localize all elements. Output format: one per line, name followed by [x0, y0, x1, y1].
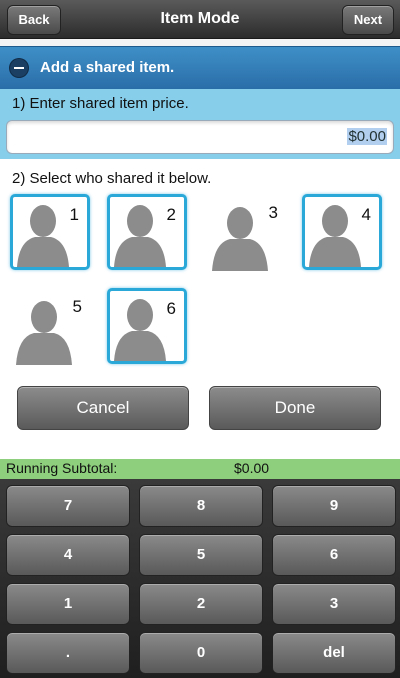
person-4-button[interactable]: 4 — [302, 194, 382, 270]
key-decimal[interactable]: . — [6, 632, 130, 674]
key-4[interactable]: 4 — [6, 534, 130, 576]
key-5[interactable]: 5 — [139, 534, 263, 576]
price-step-label: 1) Enter shared item price. — [12, 95, 189, 112]
key-9[interactable]: 9 — [272, 485, 396, 527]
person-number: 6 — [166, 299, 176, 318]
key-3[interactable]: 3 — [272, 583, 396, 625]
price-input[interactable]: $0.00 — [6, 120, 394, 154]
shared-item-section-header[interactable]: Add a shared item. — [0, 46, 400, 90]
key-delete[interactable]: del — [272, 632, 396, 674]
person-number: 2 — [166, 205, 176, 224]
page-title: Item Mode — [160, 10, 240, 27]
key-2[interactable]: 2 — [139, 583, 263, 625]
collapse-minus-icon[interactable] — [10, 59, 28, 77]
people-step-label: 2) Select who shared it below. — [12, 170, 212, 187]
running-subtotal-bar: Running Subtotal: $0.00 — [0, 459, 400, 479]
numeric-keypad: 7 8 9 4 5 6 1 2 3 . 0 del — [0, 479, 400, 678]
price-step: 1) Enter shared item price. $0.00 — [0, 89, 400, 159]
key-0[interactable]: 0 — [139, 632, 263, 674]
person-number: 3 — [268, 203, 278, 222]
person-number: 4 — [361, 205, 371, 224]
price-input-value: $0.00 — [347, 128, 387, 145]
person-number: 5 — [72, 297, 82, 316]
key-1[interactable]: 1 — [6, 583, 130, 625]
person-1-button[interactable]: 1 — [10, 194, 90, 270]
person-number: 1 — [69, 205, 79, 224]
person-6-button[interactable]: 6 — [107, 288, 187, 364]
key-7[interactable]: 7 — [6, 485, 130, 527]
shared-item-panel: 1) Enter shared item price. $0.00 2) Sel… — [0, 89, 400, 459]
person-2-button[interactable]: 2 — [107, 194, 187, 270]
subtotal-label: Running Subtotal: — [6, 460, 118, 476]
next-button[interactable]: Next — [342, 5, 394, 35]
person-5-button[interactable]: 5 — [10, 289, 90, 365]
person-3-button[interactable]: 3 — [206, 195, 286, 271]
cancel-button[interactable]: Cancel — [17, 386, 189, 430]
header-bar: Back Item Mode Next — [0, 0, 400, 39]
section-title: Add a shared item. — [40, 59, 175, 76]
done-button[interactable]: Done — [209, 386, 381, 430]
key-6[interactable]: 6 — [272, 534, 396, 576]
key-8[interactable]: 8 — [139, 485, 263, 527]
subtotal-value: $0.00 — [234, 460, 270, 476]
